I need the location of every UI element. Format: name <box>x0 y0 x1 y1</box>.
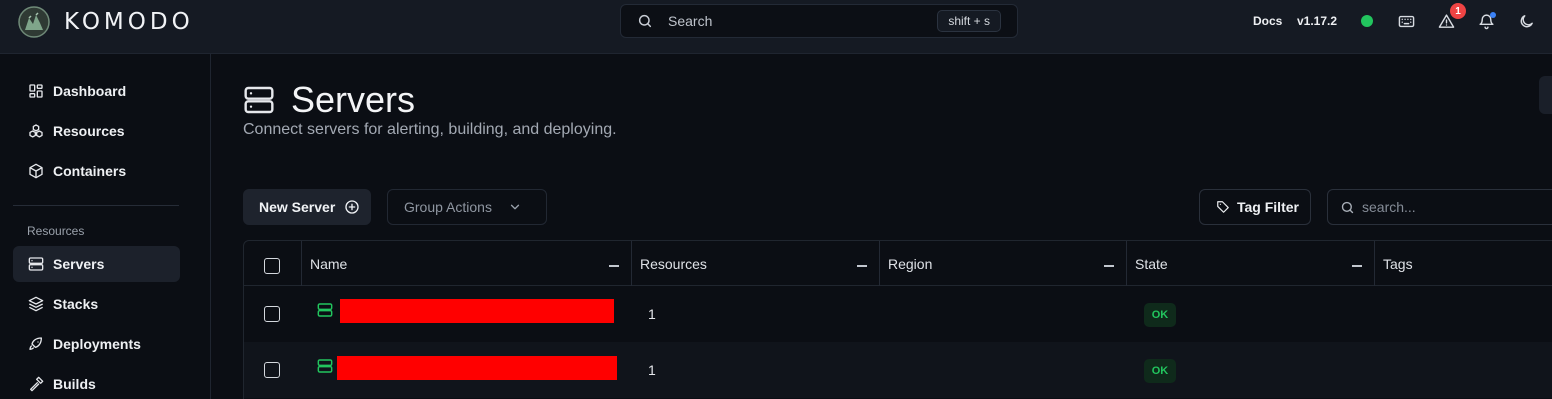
global-search[interactable]: Search shift + s <box>620 4 1018 38</box>
app-name: KOMODO <box>64 9 194 35</box>
dashboard-icon <box>29 84 43 98</box>
search-shortcut: shift + s <box>937 10 1001 32</box>
rocket-icon <box>29 337 42 350</box>
hammer-icon <box>30 376 44 392</box>
sidebar: Dashboard Resources Containers Resources… <box>0 54 211 399</box>
table-header: Name Resources Region State Tags <box>244 241 1552 286</box>
page-title: Servers <box>291 79 416 120</box>
search-label: Search <box>668 13 713 29</box>
page-subtitle: Connect servers for alerting, building, … <box>243 121 617 138</box>
version-label: v1.17.2 <box>1297 10 1337 32</box>
resources-count: 1 <box>648 306 656 322</box>
sidebar-divider <box>13 205 179 206</box>
column-divider <box>1126 241 1127 286</box>
column-header-resources[interactable]: Resources <box>640 256 707 272</box>
sidebar-item-dashboard[interactable]: Dashboard <box>13 73 180 109</box>
column-header-state[interactable]: State <box>1135 256 1168 272</box>
status-badge: OK <box>1144 359 1176 383</box>
sidebar-item-stacks[interactable]: Stacks <box>13 286 180 322</box>
sidebar-item-label: Stacks <box>53 296 99 312</box>
chevron-down-icon <box>510 204 520 210</box>
sidebar-section-title: Resources <box>27 224 85 238</box>
sidebar-item-resources[interactable]: Resources <box>13 113 180 149</box>
server-icon <box>317 359 333 373</box>
server-icon <box>244 86 274 114</box>
sidebar-item-label: Deployments <box>53 336 141 352</box>
group-actions-label: Group Actions <box>404 199 492 215</box>
new-server-label: New Server <box>259 199 336 215</box>
side-panel-handle[interactable] <box>1539 76 1552 114</box>
sidebar-item-deployments[interactable]: Deployments <box>13 326 180 362</box>
column-header-name[interactable]: Name <box>310 256 347 272</box>
server-icon <box>317 303 333 317</box>
column-menu-icon[interactable] <box>1352 265 1362 267</box>
column-divider <box>1374 241 1375 286</box>
boxes-icon <box>29 124 43 138</box>
column-header-region[interactable]: Region <box>888 256 932 272</box>
column-menu-icon[interactable] <box>1104 265 1114 267</box>
keyboard-icon <box>1398 15 1415 27</box>
status-dot <box>1361 15 1373 27</box>
row-checkbox[interactable] <box>264 306 280 322</box>
table-search-input[interactable]: search... <box>1327 189 1552 225</box>
sidebar-item-builds[interactable]: Builds <box>13 366 180 399</box>
moon-icon <box>1520 14 1533 27</box>
resources-count: 1 <box>648 362 656 378</box>
sidebar-item-label: Builds <box>53 376 96 392</box>
row-checkbox[interactable] <box>264 362 280 378</box>
tag-filter-label: Tag Filter <box>1237 199 1299 215</box>
version-text: v1.17.2 <box>1297 14 1338 28</box>
select-all-checkbox[interactable] <box>264 258 280 274</box>
top-bar: KOMODO Search shift + s Docs v1.17.2 1 <box>0 0 1552 54</box>
column-menu-icon[interactable] <box>609 265 619 267</box>
sidebar-item-label: Resources <box>53 123 125 139</box>
komodo-logo-icon <box>18 6 50 38</box>
sidebar-item-label: Dashboard <box>53 83 127 99</box>
search-icon <box>638 14 652 28</box>
box-icon <box>29 163 43 179</box>
server-name-redacted[interactable] <box>340 299 614 323</box>
status-badge: OK <box>1144 303 1176 327</box>
sidebar-item-label: Containers <box>53 163 127 179</box>
brand[interactable]: KOMODO <box>18 5 194 39</box>
table-search-placeholder: search... <box>1362 199 1416 215</box>
column-header-tags[interactable]: Tags <box>1383 256 1413 272</box>
sidebar-item-servers[interactable]: Servers <box>13 246 180 282</box>
new-server-button[interactable]: New Server <box>243 189 371 225</box>
connection-status <box>1361 10 1373 32</box>
tag-filter-button[interactable]: Tag Filter <box>1199 189 1311 225</box>
main-content: Servers Connect servers for alerting, bu… <box>211 54 1552 399</box>
search-icon <box>1341 201 1354 213</box>
servers-table: Name Resources Region State Tags 1 OK 1 … <box>243 240 1552 399</box>
table-row[interactable]: 1 OK <box>244 342 1552 398</box>
sidebar-item-containers[interactable]: Containers <box>13 153 180 189</box>
layers-icon <box>28 296 44 312</box>
table-row[interactable]: 1 OK <box>244 286 1552 342</box>
server-name-redacted[interactable] <box>337 356 617 380</box>
notification-dot <box>1490 12 1496 18</box>
tag-icon <box>1217 201 1229 213</box>
theme-toggle-button[interactable] <box>1518 10 1535 32</box>
column-divider <box>879 241 880 286</box>
column-divider <box>631 241 632 286</box>
sidebar-item-label: Servers <box>53 256 105 272</box>
column-menu-icon[interactable] <box>857 265 867 267</box>
plus-circle-icon <box>345 200 359 214</box>
column-divider <box>301 241 302 286</box>
docs-link[interactable]: Docs <box>1253 10 1282 32</box>
group-actions-dropdown[interactable]: Group Actions <box>387 189 547 225</box>
docs-label: Docs <box>1253 14 1283 28</box>
alerts-count-badge: 1 <box>1450 3 1466 19</box>
server-icon <box>28 257 44 271</box>
page-header: Servers <box>243 79 415 121</box>
keyboard-shortcuts-button[interactable] <box>1398 10 1415 32</box>
